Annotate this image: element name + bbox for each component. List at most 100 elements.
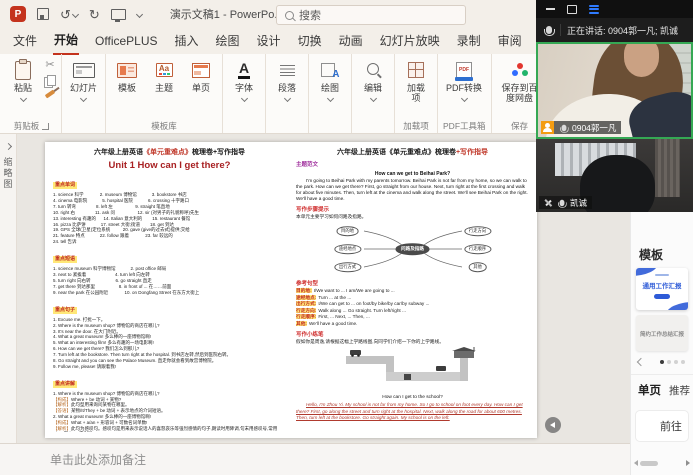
single-page-icon: [192, 63, 210, 78]
undo-button[interactable]: ↺: [60, 8, 78, 21]
use-template-pill[interactable]: [654, 294, 670, 299]
section-tag-essay: 主题范文: [296, 160, 529, 168]
host-badge-icon: [541, 121, 554, 134]
search-input[interactable]: 搜索: [276, 5, 466, 25]
paragraph-icon: [280, 65, 295, 76]
phrase-line: 9. near the park 在公园附近 10. on Dongfang S…: [53, 290, 286, 296]
addins-icon: [408, 62, 424, 78]
slideshow-icon[interactable]: [111, 9, 126, 20]
explain-list: 1. Where is the museum shop? 博物馆的商店在哪儿?【…: [53, 391, 286, 432]
menu-tab[interactable]: 录制: [456, 28, 482, 54]
template-card[interactable]: 通用工作汇报: [636, 268, 688, 310]
scrollbar-thumb[interactable]: [640, 461, 658, 466]
mindmap-node: 其他: [468, 263, 487, 273]
paste-icon: [15, 61, 31, 80]
sentence-list: 1. Excuse me. 打扰一下。2. Where is the museu…: [53, 317, 286, 370]
paragraph-button[interactable]: 段落: [271, 57, 303, 103]
dialog-launcher-icon[interactable]: [42, 123, 49, 130]
theme-button[interactable]: Aa 主题: [148, 57, 180, 95]
collapse-panel-button[interactable]: [545, 417, 561, 433]
menu-tab[interactable]: OfficePLUS: [94, 30, 158, 53]
powerpoint-window: P ↺ ↻ 演示文稿1 - PowerPo... 搜索 文件开始OfficePL…: [0, 0, 693, 134]
pdf-convert-button[interactable]: PDF PDF转换: [443, 57, 485, 103]
menu-tab[interactable]: 审阅: [497, 28, 523, 54]
menu-tab[interactable]: 开始: [53, 27, 79, 55]
participant-name: 0904郭一凡: [572, 122, 616, 134]
scroll-right-icon[interactable]: [686, 460, 690, 466]
search-icon: [285, 11, 294, 20]
section-tag-sentences: 重点句子: [53, 307, 77, 314]
font-group: A 字体: [223, 54, 266, 133]
pane-title: 模板: [639, 246, 693, 263]
menu-tab[interactable]: 动画: [338, 28, 364, 54]
section-tag-explain: 重点讲解: [53, 381, 77, 388]
participant-badge: 凯诚: [539, 196, 592, 209]
paste-button[interactable]: 粘贴: [7, 57, 39, 103]
qat-more-icon[interactable]: [136, 10, 143, 17]
horizontal-scrollbar[interactable]: [634, 459, 690, 467]
pane-divider: [631, 374, 693, 375]
microphone-icon: [546, 26, 552, 34]
slide-page[interactable]: 六年级上册英语《单元重难点》梳理卷+写作指导 Unit 1 How can I …: [45, 142, 537, 438]
slides-button[interactable]: 幻灯片: [67, 57, 100, 103]
template-logo: [655, 274, 669, 276]
pdf-toolbox-group: PDF PDF转换 PDF工具箱: [438, 54, 492, 133]
edit-button[interactable]: 编辑: [357, 57, 389, 103]
tab-recommended[interactable]: 推荐: [669, 383, 690, 398]
draw-button[interactable]: 绘图: [314, 57, 346, 103]
phrase-list: 1. science museum 科学博物馆 2. post office 邮…: [53, 266, 286, 296]
template-library-group: 模板 Aa 主题 单页 模板库: [106, 54, 223, 133]
pattern-line: 其他:We'll have a good time.: [296, 321, 529, 328]
menu-tab[interactable]: 绘图: [215, 28, 241, 54]
template-icon: [117, 63, 137, 78]
menu-tab[interactable]: 幻灯片放映: [379, 28, 441, 54]
minimize-icon[interactable]: [546, 8, 555, 10]
draw-icon: [321, 63, 335, 77]
participant-badge: 0904郭一凡: [541, 121, 621, 134]
worksheet-right-page: 六年级上册英语《单元重难点》梳理卷+写作指导 主题范文 How can we g…: [296, 148, 529, 432]
save-icon[interactable]: [37, 8, 49, 20]
notes-area[interactable]: 单击此处添加备注: [0, 443, 693, 475]
thumbnail-pane-label: 缩略图: [2, 157, 15, 190]
mindmap-node: 行走顺序: [464, 245, 491, 255]
section-tag-patterns: 参考句型: [296, 279, 529, 287]
format-painter-icon[interactable]: [45, 89, 55, 98]
pattern-list: 目的地:I/We want to ... I am/We are going t…: [296, 288, 529, 327]
copy-icon[interactable]: [44, 77, 53, 88]
scroll-left-icon[interactable]: [634, 460, 638, 466]
worksheet-header: 六年级上册英语《单元重难点》梳理卷+写作指导: [296, 148, 529, 157]
go-to-card[interactable]: 前往: [635, 410, 689, 442]
mindmap-node: 途经地点: [334, 245, 361, 255]
font-button[interactable]: A 字体: [228, 57, 260, 103]
addins-button[interactable]: 加载项: [400, 57, 432, 105]
pdf-convert-icon: PDF: [456, 62, 472, 78]
carousel-prev-icon[interactable]: [637, 358, 645, 366]
template-button[interactable]: 模板: [111, 57, 143, 95]
template-card[interactable]: 简约工作总结汇报: [636, 315, 688, 351]
member-list-icon[interactable]: [589, 5, 599, 14]
menu-tab[interactable]: 插入: [174, 28, 200, 54]
essay-text: I'm going to Beihai Park with my parents…: [296, 178, 529, 202]
participant-name: 凯诚: [570, 197, 587, 209]
speaking-status-bar: 正在讲话: 0904郭一凡; 凯诚: [536, 18, 693, 42]
unit-title: Unit 1 How can I get there?: [53, 160, 286, 171]
notes-placeholder: 单击此处添加备注: [50, 451, 146, 468]
left-arrow-icon: [550, 422, 555, 428]
practice-intro: 假如你是周逸,请根据这幅上学路线图,向同学们介绍一下你的上学路线。: [296, 339, 529, 345]
video-tile-2[interactable]: 凯诚: [536, 139, 693, 212]
speaking-label: 正在讲话: 0904郭一凡; 凯诚: [567, 24, 678, 37]
edit-find-icon: [367, 63, 379, 75]
video-tile-1[interactable]: 0904郭一凡: [536, 42, 693, 139]
carousel-dots[interactable]: [660, 360, 685, 364]
paragraph-group: 段落: [266, 54, 309, 133]
redo-icon[interactable]: ↻: [89, 8, 100, 21]
tab-single-page[interactable]: 单页: [638, 382, 661, 398]
maximize-icon[interactable]: [567, 5, 577, 14]
thumbnail-pane-collapsed[interactable]: 缩略图: [0, 134, 17, 443]
single-page-button[interactable]: 单页: [185, 57, 217, 95]
cut-icon[interactable]: ✂: [45, 60, 54, 71]
menu-tab[interactable]: 切换: [297, 28, 323, 54]
microphone-icon: [560, 199, 565, 205]
menu-tab[interactable]: 设计: [256, 28, 282, 54]
menu-tab[interactable]: 文件: [12, 28, 38, 54]
